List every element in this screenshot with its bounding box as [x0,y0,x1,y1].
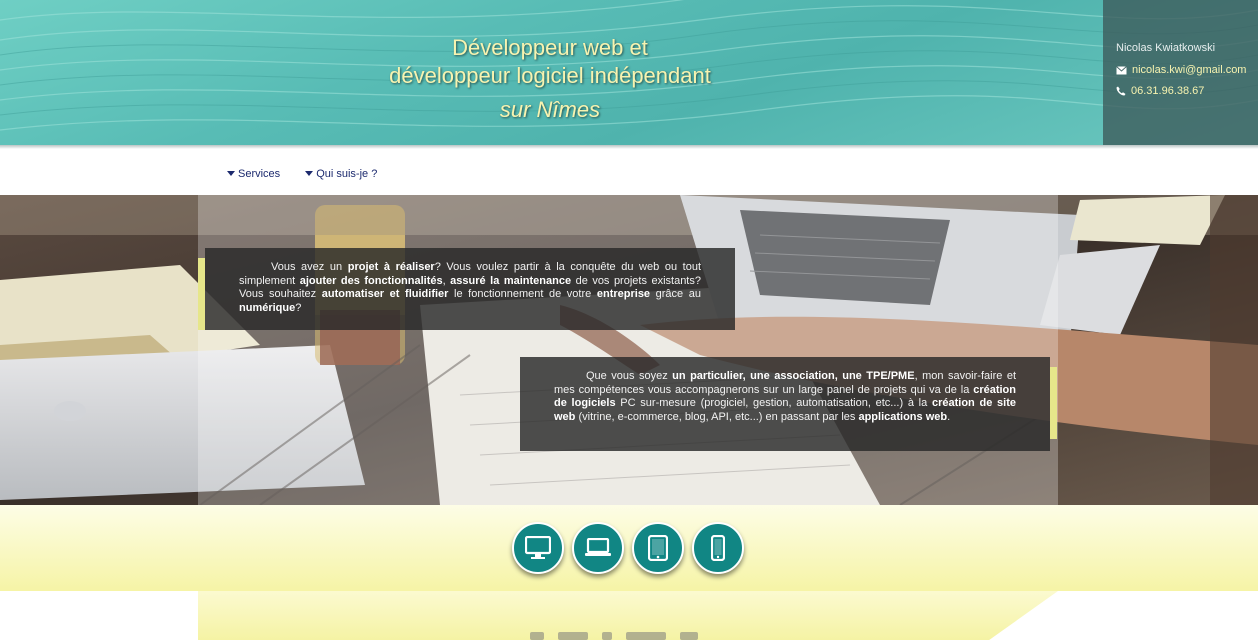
header-divider [0,145,1258,149]
caret-down-icon [227,171,235,176]
phone-icon [1116,86,1126,96]
laptop-icon [585,538,611,556]
hero-banner: Vous avez un projet à réaliser? Vous vou… [0,195,1258,505]
nav-item-label: Services [238,168,281,180]
contact-phone[interactable]: 06.31.96.38.67 [1131,85,1204,97]
emphasis: un particulier, une association, une TPE… [672,370,915,382]
emphasis: applications web [858,410,948,423]
laptop-button[interactable] [572,522,624,574]
nav-item-about[interactable]: Qui suis-je ? [305,168,377,180]
emphasis: ajouter des fonctionnalités [299,274,443,287]
desktop-button[interactable] [512,522,564,574]
smartphone-button[interactable] [692,522,744,574]
title-line-2: développeur logiciel indépendant [389,63,711,88]
emphasis: assuré la maintenance [450,274,572,287]
accent-stripe [198,258,205,330]
intro-text-box: Vous avez un projet à réaliser? Vous vou… [198,248,735,330]
smartphone-icon [711,535,725,561]
nav-item-label: Qui suis-je ? [316,168,378,180]
site-header: Développeur web et développeur logiciel … [0,0,1258,145]
text: Vous avez un [271,261,348,273]
text: grâce au [650,288,701,300]
emphasis: automatiser et fluidifier [321,288,449,300]
title-line-1: Développeur web et [452,35,648,60]
contact-email[interactable]: nicolas.kwi@gmail.com [1132,64,1246,76]
tablet-icon [648,535,668,561]
title-location: sur Nîmes [499,97,601,122]
contact-name: Nicolas Kwiatkowski [1116,42,1216,54]
contact-panel: Nicolas Kwiatkowski nicolas.kwi@gmail.co… [1103,0,1258,145]
emphasis: entreprise [596,288,651,300]
nav-item-services[interactable]: Services [227,168,280,180]
text: PC sur-mesure (progiciel, gestion, autom… [615,397,932,409]
site-title: Développeur web et développeur logiciel … [300,34,800,124]
tablet-button[interactable] [632,522,684,574]
device-icons [512,522,744,574]
text: le fonctionnement de votre [448,288,597,300]
contact-email-row[interactable]: nicolas.kwi@gmail.com [1116,64,1258,76]
emphasis: numérique [239,301,296,314]
accent-stripe [1050,367,1057,439]
contact-phone-row[interactable]: 06.31.96.38.67 [1116,85,1258,97]
text: Que vous soyez [586,370,673,382]
desktop-icon [525,536,551,559]
text: . [947,410,951,423]
services-text-box: Que vous soyez un particulier, une assoc… [520,357,1057,451]
next-section-heading-fragment [530,632,770,640]
emphasis: projet à réaliser [347,261,435,273]
envelope-icon [1116,65,1127,74]
text: ? [295,301,302,314]
hero-overlay [198,195,1058,505]
main-nav: Services Qui suis-je ? [227,168,377,180]
text: (vitrine, e-commerce, blog, API, etc...)… [575,410,859,423]
caret-down-icon [305,171,314,176]
